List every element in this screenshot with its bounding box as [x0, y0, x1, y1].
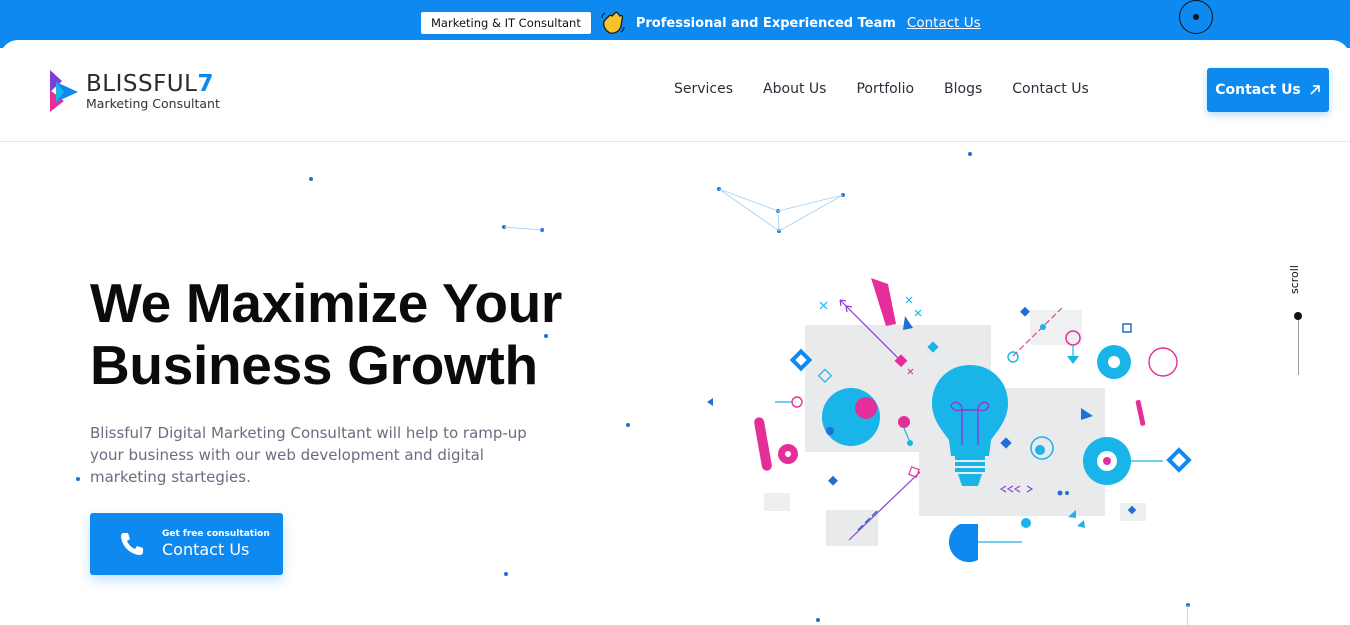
site-header: BLISSFUL7 Marketing Consultant Services … [0, 40, 1350, 142]
nav-about-us[interactable]: About Us [763, 81, 826, 97]
header-contact-button[interactable]: Contact Us [1207, 68, 1329, 112]
hero-contact-button[interactable]: Get free consultation Contact Us [90, 513, 283, 575]
nav-blogs[interactable]: Blogs [944, 81, 982, 97]
hero-title: We Maximize Your Business Growth [90, 272, 610, 396]
header-contact-label: Contact Us [1215, 82, 1301, 98]
hero-description: Blissful7 Digital Marketing Consultant w… [90, 424, 527, 486]
scroll-indicator[interactable]: scroll [1288, 265, 1310, 380]
logo-name: BLISSFUL7 [86, 70, 214, 97]
hero-button-small: Get free consultation [162, 528, 270, 539]
nav-contact-us[interactable]: Contact Us [1012, 81, 1088, 97]
page: Marketing & IT Consultant Professional a… [0, 0, 1350, 625]
scroll-dot [1294, 312, 1302, 320]
cursor-ring [1179, 0, 1213, 34]
nav-portfolio[interactable]: Portfolio [856, 81, 914, 97]
top-badge: Marketing & IT Consultant [421, 12, 591, 34]
logo-tagline: Marketing Consultant [86, 95, 220, 111]
hero-title-line-2: Business Growth [90, 334, 538, 396]
main-nav: Services About Us Portfolio Blogs Contac… [674, 81, 1119, 97]
hero-button-text: Get free consultation Contact Us [162, 529, 270, 560]
hero-title-line-1: We Maximize Your [90, 272, 563, 334]
top-promo-content: Marketing & IT Consultant Professional a… [421, 11, 981, 35]
logo-text: BLISSFUL7 Marketing Consultant [86, 72, 220, 111]
arrow-up-right-icon [1310, 85, 1320, 95]
nav-services[interactable]: Services [674, 81, 733, 97]
waving-hand-icon [601, 11, 625, 34]
phone-icon [121, 533, 143, 555]
top-contact-link[interactable]: Contact Us [907, 15, 981, 31]
scroll-line [1298, 320, 1299, 375]
top-tagline: Professional and Experienced Team [635, 15, 896, 31]
logo-mark-icon [50, 70, 78, 112]
lightbulb-illustration [707, 278, 1192, 563]
hero-button-label: Contact Us [162, 539, 250, 559]
scroll-label: scroll [1288, 265, 1301, 294]
brand-logo[interactable]: BLISSFUL7 Marketing Consultant [48, 68, 220, 114]
